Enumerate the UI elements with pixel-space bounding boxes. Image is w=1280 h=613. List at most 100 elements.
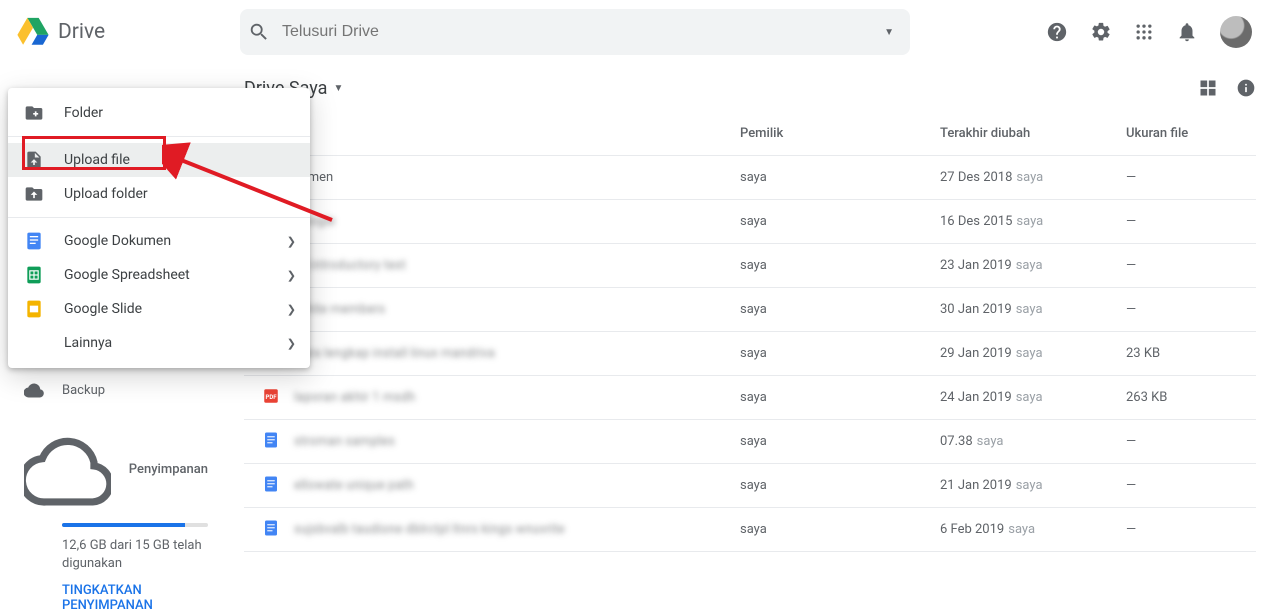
storage-label: Penyimpanan bbox=[129, 462, 208, 477]
cell-owner: saya bbox=[740, 214, 940, 229]
cell-modified: 6 Feb 2019saya bbox=[940, 522, 1126, 537]
cell-modified: 27 Des 2018saya bbox=[940, 170, 1126, 185]
help-icon[interactable] bbox=[1046, 21, 1068, 43]
chevron-right-icon: ❯ bbox=[287, 303, 296, 316]
chevron-right-icon: ❯ bbox=[287, 235, 296, 248]
menu-label: Lainnya bbox=[64, 335, 112, 351]
sidebar-item-storage[interactable]: Penyimpanan bbox=[24, 426, 208, 513]
menu-google-slides[interactable]: Google Slide ❯ bbox=[8, 292, 310, 326]
notifications-icon[interactable] bbox=[1176, 21, 1198, 43]
chevron-right-icon: ❯ bbox=[287, 337, 296, 350]
menu-google-docs[interactable]: Google Dokumen ❯ bbox=[8, 224, 310, 258]
file-table: Nama Pemilik Terakhir diubah Ukuran file… bbox=[244, 112, 1256, 552]
drive-logo-icon bbox=[16, 15, 50, 49]
sidebar-item-label: Backup bbox=[62, 383, 105, 398]
cell-size: — bbox=[1126, 214, 1256, 229]
col-owner[interactable]: Pemilik bbox=[740, 126, 940, 141]
menu-label: Upload folder bbox=[64, 186, 148, 202]
table-row[interactable]: stroman samples saya 07.38saya — bbox=[244, 420, 1256, 464]
cell-owner: saya bbox=[740, 258, 940, 273]
file-name: laporan akhir 1 msdh bbox=[294, 390, 415, 405]
cell-size: — bbox=[1126, 478, 1256, 493]
details-info-icon[interactable] bbox=[1236, 78, 1256, 98]
app-name: Drive bbox=[58, 20, 105, 44]
cell-size: 23 KB bbox=[1126, 346, 1256, 361]
cell-modified: 29 Jan 2019saya bbox=[940, 346, 1126, 361]
chevron-right-icon: ❯ bbox=[287, 269, 296, 282]
cell-modified: 16 Des 2015saya bbox=[940, 214, 1126, 229]
cell-size: — bbox=[1126, 258, 1256, 273]
table-row[interactable]: Google saya 16 Des 2015saya — bbox=[244, 200, 1256, 244]
menu-label: Folder bbox=[64, 105, 103, 121]
cell-name: White members bbox=[244, 299, 740, 321]
docs-icon bbox=[262, 431, 280, 453]
content-area: Drive Saya ▼ Nama Pemilik Terakhir diuba… bbox=[232, 64, 1280, 613]
search-options-dropdown-icon[interactable]: ▼ bbox=[876, 27, 902, 38]
col-modified[interactable]: Terakhir diubah bbox=[940, 126, 1126, 141]
new-context-menu: Folder Upload file Upload folder Google … bbox=[8, 88, 310, 368]
storage-text: 12,6 GB dari 15 GB telah digunakan bbox=[62, 537, 208, 573]
cell-owner: saya bbox=[740, 170, 940, 185]
table-row[interactable]: White members saya 30 Jan 2019saya — bbox=[244, 288, 1256, 332]
cell-modified: 23 Jan 2019saya bbox=[940, 258, 1126, 273]
table-row[interactable]: ellowate unique path saya 21 Jan 2019say… bbox=[244, 464, 1256, 508]
cell-size: 263 KB bbox=[1126, 390, 1256, 405]
cell-size: — bbox=[1126, 522, 1256, 537]
table-row[interactable]: W Cara lengkap install linux mandriva sa… bbox=[244, 332, 1256, 376]
col-size[interactable]: Ukuran file bbox=[1126, 126, 1256, 141]
search-bar[interactable]: ▼ bbox=[240, 9, 910, 55]
cell-modified: 30 Jan 2019saya bbox=[940, 302, 1126, 317]
google-docs-icon bbox=[24, 231, 44, 251]
menu-label: Google Dokumen bbox=[64, 233, 171, 249]
docs-icon bbox=[262, 475, 280, 497]
col-name[interactable]: Nama bbox=[244, 126, 740, 141]
file-upload-icon bbox=[24, 150, 44, 170]
cell-size: — bbox=[1126, 434, 1256, 449]
cell-name: Google bbox=[244, 211, 740, 233]
menu-google-sheets[interactable]: Google Spreadsheet ❯ bbox=[8, 258, 310, 292]
cell-name: sujsbvalb taudione dblrctpl ltnrs kings … bbox=[244, 519, 740, 541]
menu-label: Google Slide bbox=[64, 301, 142, 317]
header-actions bbox=[1046, 16, 1264, 48]
sidebar-item-backup[interactable]: Backup bbox=[0, 372, 232, 408]
cell-modified: 07.38saya bbox=[940, 434, 1126, 449]
cloud-filled-icon bbox=[24, 380, 44, 400]
header: Drive ▼ bbox=[0, 0, 1280, 64]
menu-new-folder[interactable]: Folder bbox=[8, 96, 310, 130]
pdf-icon: PDF bbox=[262, 387, 280, 409]
cell-name: stroman samples bbox=[244, 431, 740, 453]
file-name: stroman samples bbox=[294, 434, 395, 449]
cell-name: W Cara lengkap install linux mandriva bbox=[244, 343, 740, 365]
cell-name: ellowate unique path bbox=[244, 475, 740, 497]
menu-label: Google Spreadsheet bbox=[64, 267, 190, 283]
logo-area[interactable]: Drive bbox=[16, 15, 240, 49]
search-icon bbox=[248, 21, 270, 43]
file-name: sujsbvalb taudione dblrctpl ltnrs kings … bbox=[294, 522, 565, 537]
gear-icon[interactable] bbox=[1090, 21, 1112, 43]
upgrade-storage-link[interactable]: TINGKATKAN PENYIMPANAN bbox=[62, 583, 208, 613]
table-row[interactable]: sujsbvalb taudione dblrctpl ltnrs kings … bbox=[244, 508, 1256, 552]
docs-icon bbox=[262, 519, 280, 541]
menu-upload-folder[interactable]: Upload folder bbox=[8, 177, 310, 211]
table-row[interactable]: PDF laporan akhir 1 msdh saya 24 Jan 201… bbox=[244, 376, 1256, 420]
cell-size: — bbox=[1126, 302, 1256, 317]
table-row[interactable]: kumen saya 27 Des 2018saya — bbox=[244, 156, 1256, 200]
account-avatar[interactable] bbox=[1220, 16, 1252, 48]
menu-label: Upload file bbox=[64, 152, 130, 168]
search-input[interactable] bbox=[282, 23, 864, 41]
cell-name: pli introductory text bbox=[244, 255, 740, 277]
menu-upload-file[interactable]: Upload file bbox=[8, 143, 310, 177]
cloud-outline-icon bbox=[24, 426, 111, 513]
menu-more[interactable]: Lainnya ❯ bbox=[8, 326, 310, 360]
apps-grid-icon[interactable] bbox=[1134, 22, 1154, 42]
cell-name: PDF laporan akhir 1 msdh bbox=[244, 387, 740, 409]
cell-owner: saya bbox=[740, 522, 940, 537]
grid-view-icon[interactable] bbox=[1198, 78, 1218, 98]
google-sheets-icon bbox=[24, 265, 44, 285]
cell-name: kumen bbox=[244, 167, 740, 189]
file-name: Cara lengkap install linux mandriva bbox=[294, 346, 495, 361]
table-row[interactable]: pli introductory text saya 23 Jan 2019sa… bbox=[244, 244, 1256, 288]
cell-modified: 24 Jan 2019saya bbox=[940, 390, 1126, 405]
cell-owner: saya bbox=[740, 302, 940, 317]
cell-owner: saya bbox=[740, 346, 940, 361]
